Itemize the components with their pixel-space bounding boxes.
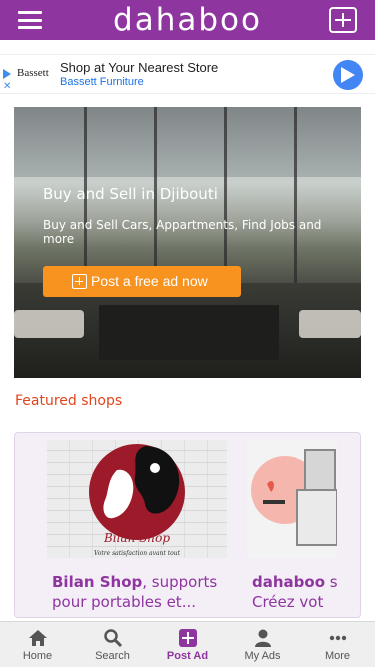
shop-tagline: , supports	[142, 573, 218, 591]
shop-card-title[interactable]: dahaboo s	[252, 572, 338, 592]
nav-label: Home	[22, 650, 53, 662]
nav-label: Post Ad	[166, 650, 209, 662]
ad-title[interactable]: Shop at Your Nearest Store	[60, 60, 218, 75]
shop-card-title[interactable]: Bilan Shop, supports	[52, 572, 217, 592]
post-free-ad-label: Post a free ad now	[91, 273, 208, 289]
hero-sofa	[14, 310, 84, 338]
plus-square-icon	[178, 629, 197, 647]
bilan-shop-logo-text: Bilan Shop	[103, 531, 170, 545]
nav-search[interactable]: Search	[75, 622, 150, 667]
nav-label: Search	[95, 650, 130, 662]
bilan-shop-logo-caption: Votre satisfaction avant tout	[94, 550, 181, 557]
hero-window-frame	[294, 107, 297, 287]
bilan-shop-logo[interactable]: Bilan Shop Votre satisfaction avant tout	[47, 440, 227, 558]
user-icon	[254, 629, 271, 647]
nav-home[interactable]: Home	[0, 622, 75, 667]
nav-more[interactable]: More	[300, 622, 375, 667]
dahaboo-shop-art	[251, 449, 338, 546]
shop-name: dahaboo	[252, 573, 326, 591]
hero-ceiling	[14, 107, 361, 177]
ad-subtitle[interactable]: Bassett Furniture	[60, 76, 144, 88]
hero-sofa	[299, 310, 361, 338]
post-free-ad-button[interactable]: Post a free ad now	[43, 266, 241, 297]
dahaboo-shop-image[interactable]	[247, 440, 338, 558]
nav-label: More	[324, 650, 351, 662]
adchoices-icon[interactable]	[3, 69, 11, 79]
nav-my-ads[interactable]: My Ads	[225, 622, 300, 667]
nav-post-ad[interactable]: Post Ad	[150, 622, 225, 667]
ad-banner[interactable]: ✕ Bassett Shop at Your Nearest Store Bas…	[0, 54, 375, 94]
shop-name: Bilan Shop	[52, 573, 143, 591]
featured-shops-carousel[interactable]: Bilan Shop Votre satisfaction avant tout…	[14, 432, 361, 618]
close-icon[interactable]: ✕	[3, 82, 11, 92]
directions-arrow-icon[interactable]	[333, 60, 363, 90]
hero-banner: Buy and Sell in Djibouti Buy and Sell Ca…	[14, 107, 361, 378]
hero-subtitle: Buy and Sell Cars, Appartments, Find Job…	[43, 218, 322, 246]
bottom-nav: Home Search Post Ad My Ads More	[0, 621, 375, 667]
hero-window-frame	[224, 107, 227, 287]
hero-table	[99, 305, 279, 360]
bilan-shop-logo-art: Bilan Shop Votre satisfaction avant tout	[89, 444, 185, 557]
more-dots-icon	[329, 635, 346, 641]
plus-square-icon[interactable]	[329, 7, 357, 33]
plus-square-icon	[72, 274, 87, 289]
ad-brand-logo: Bassett	[17, 67, 49, 79]
app-header: dahaboo	[0, 0, 375, 40]
home-icon	[28, 630, 47, 646]
shop-tagline: s	[325, 573, 338, 591]
featured-shops-title: Featured shops	[15, 393, 123, 409]
hero-title: Buy and Sell in Djibouti	[43, 185, 218, 203]
nav-label: My Ads	[244, 650, 281, 662]
shop-card-line2: pour portables et...	[52, 593, 196, 611]
search-icon	[103, 629, 122, 648]
app-logo[interactable]: dahaboo	[0, 0, 375, 40]
shop-card-line2: Créez vot	[252, 593, 324, 611]
